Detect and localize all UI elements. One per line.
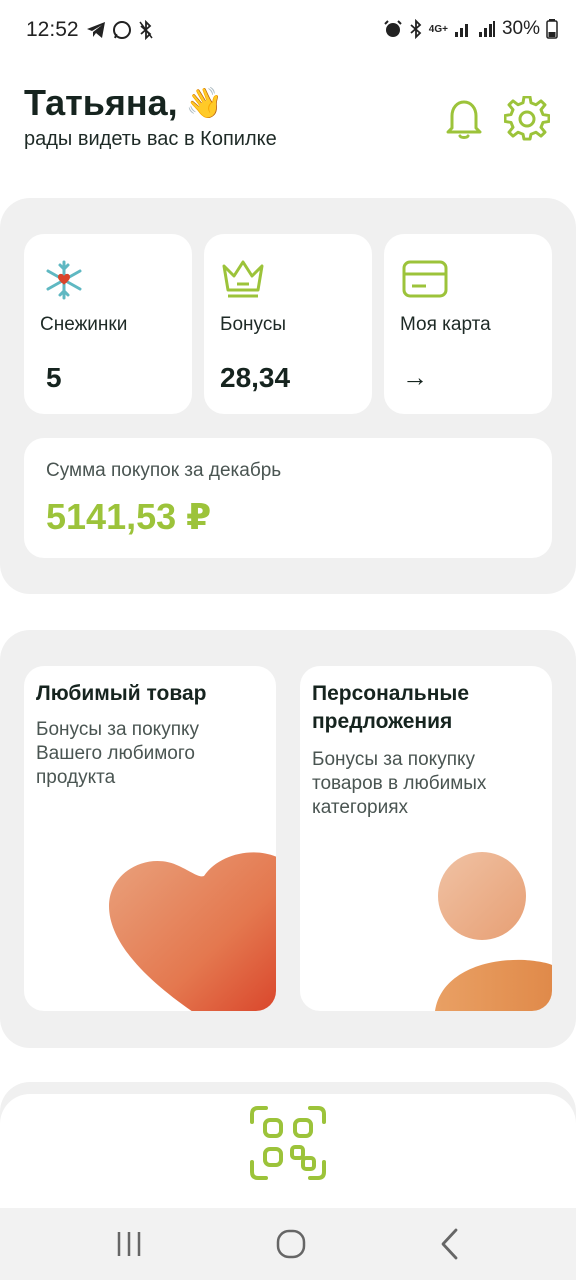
- user-name: Татьяна,: [24, 82, 178, 123]
- crown-icon: [222, 260, 264, 298]
- snowflake-icon: [46, 260, 82, 300]
- greeting-title: Татьяна, 👋: [24, 82, 223, 124]
- recent-apps-icon[interactable]: [116, 1230, 142, 1258]
- bluetooth-off-icon: [139, 20, 153, 40]
- bell-icon: [446, 100, 482, 139]
- bonuses-tile[interactable]: Бонусы 28,34: [204, 234, 372, 414]
- status-notification-icons: [86, 20, 154, 40]
- home-icon[interactable]: [276, 1229, 306, 1259]
- my-card-tile[interactable]: Моя карта →: [384, 234, 552, 414]
- status-system-icons: 4G+ 30%: [383, 18, 558, 40]
- network-type: 4G+: [428, 23, 448, 35]
- wave-icon: 👋: [185, 86, 224, 120]
- heart-icon: [109, 852, 276, 1011]
- offer-description: Бонусы за покупку Вашего любимого продук…: [36, 719, 200, 788]
- snowflakes-tile[interactable]: Снежинки 5: [24, 234, 192, 414]
- tile-label: Бонусы: [220, 314, 286, 335]
- bluetooth-icon: [410, 19, 422, 39]
- notifications-button[interactable]: [444, 96, 484, 140]
- gear-icon: [503, 95, 551, 141]
- tile-label: Снежинки: [40, 314, 128, 335]
- whatsapp-icon: [113, 21, 131, 39]
- offer-title: Персональные предложения: [312, 682, 470, 733]
- alarm-icon: [384, 20, 402, 37]
- purchases-value: 5141,53 ₽: [46, 496, 212, 537]
- status-time: 12:52: [26, 18, 79, 41]
- favorite-product-card[interactable]: Любимый товар Бонусы за покупку Вашего л…: [24, 666, 276, 1011]
- battery-icon: [546, 19, 558, 39]
- tile-value: 5: [46, 362, 62, 393]
- arrow-right-icon: →: [402, 362, 428, 392]
- person-icon: [435, 852, 552, 1011]
- personal-offers-card[interactable]: Персональные предложения Бонусы за покуп…: [300, 666, 552, 1011]
- signal-icon-2: [478, 21, 495, 37]
- back-icon[interactable]: [438, 1228, 460, 1260]
- telegram-icon: [87, 22, 105, 38]
- purchases-label: Сумма покупок за декабрь: [46, 460, 282, 481]
- qr-code-button[interactable]: [250, 1106, 326, 1180]
- tile-value: 28,34: [220, 362, 291, 393]
- settings-button[interactable]: [503, 95, 551, 142]
- offer-description: Бонусы за покупку товаров в любимых кате…: [312, 749, 487, 818]
- status-bar: 12:52 4G+ 30%: [0, 0, 576, 64]
- greeting-subtitle: рады видеть вас в Копилке: [24, 128, 277, 150]
- purchases-sum-card: Сумма покупок за декабрь 5141,53 ₽: [24, 438, 552, 558]
- offer-title: Любимый товар: [36, 682, 207, 705]
- signal-icon: [454, 24, 468, 37]
- battery-percent: 30%: [501, 18, 540, 39]
- tile-label: Моя карта: [400, 314, 491, 335]
- qr-code-icon: [250, 1106, 326, 1180]
- card-icon: [402, 260, 448, 298]
